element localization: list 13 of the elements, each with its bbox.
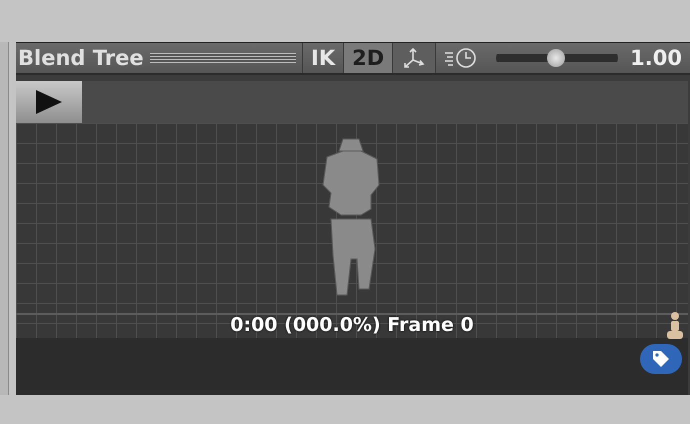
toolbar-title: Blend Tree — [17, 46, 145, 70]
tag-button[interactable] — [640, 344, 682, 374]
pivot-toggle-button[interactable] — [392, 43, 436, 73]
frame-status: 0:00 (000.0%) Frame 0 — [230, 314, 474, 336]
speed-value: 1.00 — [630, 46, 682, 70]
play-button[interactable] — [16, 81, 82, 123]
slider-thumb[interactable] — [547, 49, 566, 67]
avatar-figure-icon — [666, 311, 684, 341]
toggle-button[interactable]: 2D — [343, 43, 392, 73]
axes-icon — [401, 46, 428, 70]
drag-handle[interactable] — [150, 53, 296, 63]
play-icon — [34, 89, 64, 115]
tag-icon — [651, 348, 671, 369]
